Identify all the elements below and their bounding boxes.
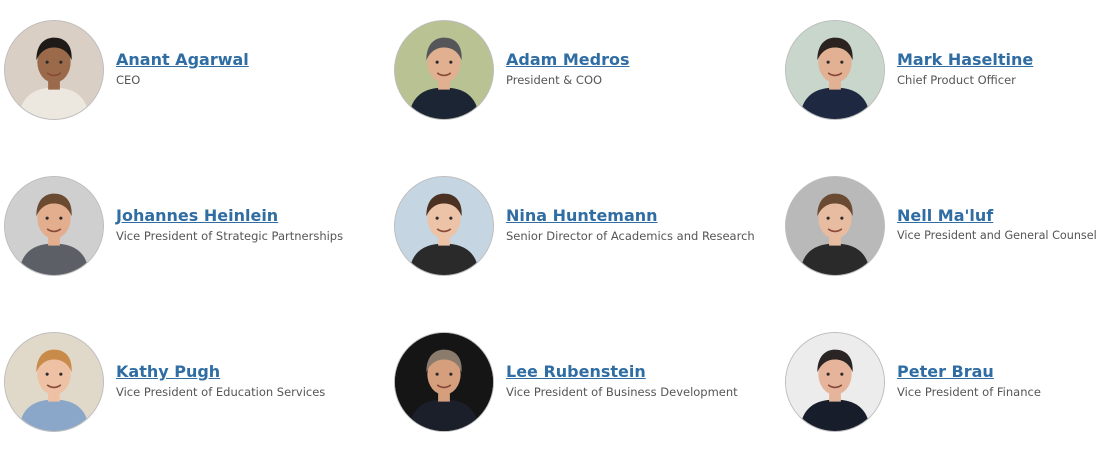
team-member-title: President & COO (506, 73, 603, 87)
team-member-card: Peter Brau Vice President of Finance (781, 332, 1104, 436)
team-member-title: Chief Product Officer (897, 73, 1016, 87)
avatar (4, 332, 104, 432)
team-member-title: Vice President of Business Development (506, 385, 738, 399)
team-member-name-link[interactable]: Kathy Pugh (116, 362, 220, 381)
team-member-title: Vice President of Education Services (116, 385, 326, 399)
team-member-name-link[interactable]: Mark Haseltine (897, 50, 1033, 69)
team-member-name-link[interactable]: Nina Huntemann (506, 206, 658, 225)
team-member-card: Kathy Pugh Vice President of Education S… (0, 332, 360, 436)
team-member-card: Adam Medros President & COO (390, 20, 750, 124)
avatar (394, 20, 494, 120)
team-member-name-link[interactable]: Peter Brau (897, 362, 994, 381)
team-member-card: Nell Ma'luf Vice President and General C… (781, 176, 1104, 280)
avatar (394, 332, 494, 432)
team-member-title: Vice President of Strategic Partnerships (116, 229, 344, 243)
team-member-name-link[interactable]: Adam Medros (506, 50, 630, 69)
avatar (4, 176, 104, 276)
team-member-card: Johannes Heinlein Vice President of Stra… (0, 176, 360, 280)
avatar (785, 20, 885, 120)
avatar (785, 176, 885, 276)
team-member-title: Vice President and General Counsel (897, 229, 1097, 242)
team-member-name-link[interactable]: Johannes Heinlein (116, 206, 278, 225)
team-member-title: Senior Director of Academics and Researc… (506, 229, 755, 243)
team-grid: Anant Agarwal CEO Adam Medros President … (0, 0, 1104, 450)
team-member-card: Nina Huntemann Senior Director of Academ… (390, 176, 755, 280)
team-member-title: Vice President of Finance (897, 385, 1041, 399)
team-member-name-link[interactable]: Anant Agarwal (116, 50, 249, 69)
team-member-card: Lee Rubenstein Vice President of Busines… (390, 332, 750, 436)
team-member-card: Anant Agarwal CEO (0, 20, 360, 124)
avatar (4, 20, 104, 120)
avatar (785, 332, 885, 432)
team-member-title: CEO (116, 73, 141, 87)
avatar (394, 176, 494, 276)
team-member-name-link[interactable]: Nell Ma'luf (897, 206, 993, 225)
team-member-card: Mark Haseltine Chief Product Officer (781, 20, 1104, 124)
team-member-name-link[interactable]: Lee Rubenstein (506, 362, 646, 381)
